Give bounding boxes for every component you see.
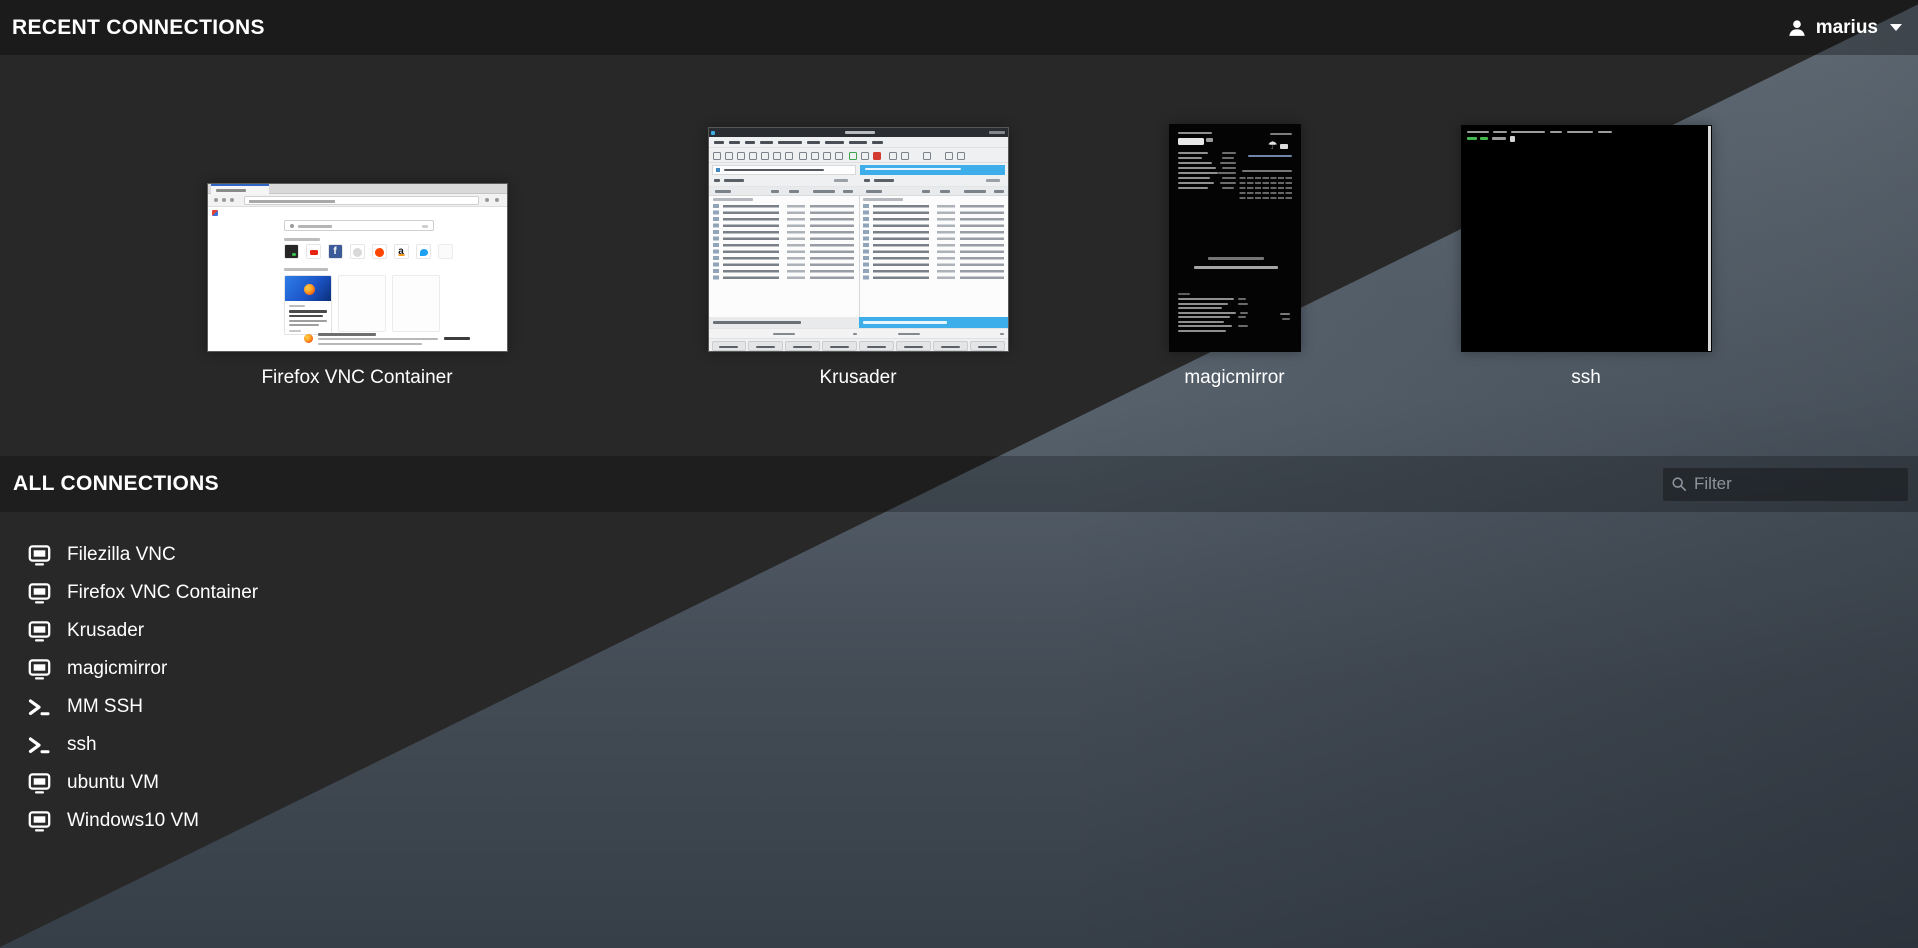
- connection-label: MM SSH: [67, 696, 143, 718]
- ssh-session-thumbnail: [1461, 125, 1712, 352]
- monitor-icon: [28, 582, 51, 605]
- monitor-icon: [28, 544, 51, 567]
- connection-item-magicmirror[interactable]: magicmirror: [28, 650, 258, 688]
- ready-bars: [709, 328, 1008, 338]
- calendar-month-grid: [1238, 177, 1292, 201]
- panel-path-bars: [709, 163, 1008, 176]
- filter-box[interactable]: [1663, 468, 1908, 501]
- recent-connection-magicmirror[interactable]: ☂: [1169, 124, 1301, 390]
- recent-connection-label: magicmirror: [1184, 366, 1284, 390]
- magicmirror-session-thumbnail: ☂: [1169, 124, 1301, 352]
- toolbar: [709, 148, 1008, 163]
- browser-tab-bar: [208, 184, 507, 194]
- krusader-session-thumbnail: [708, 127, 1009, 352]
- function-key-buttons: [709, 338, 1008, 352]
- menu-bar: [709, 137, 1008, 148]
- user-menu[interactable]: marius: [1787, 17, 1902, 39]
- web-shortcut-tiles: f a: [284, 244, 453, 259]
- search-icon: [1671, 476, 1687, 492]
- monitor-icon: [28, 658, 51, 681]
- connection-label: Krusader: [67, 620, 144, 642]
- browser-toolbar: [208, 194, 507, 207]
- connection-label: magicmirror: [67, 658, 167, 680]
- recent-connections-row: f a: [0, 55, 1918, 390]
- monitor-icon: [28, 772, 51, 795]
- monitor-icon: [28, 810, 51, 833]
- connection-label: ssh: [67, 734, 97, 756]
- all-connections-bar: ALL CONNECTIONS: [0, 456, 1918, 512]
- terminal-icon: [28, 696, 51, 719]
- connection-list: Filezilla VNC Firefox VNC Container Krus…: [28, 536, 258, 840]
- firefox-session-thumbnail: f a: [207, 183, 508, 352]
- window-title-bar: [709, 128, 1008, 137]
- page-title: RECENT CONNECTIONS: [12, 16, 265, 40]
- file-list-panels: [709, 196, 1008, 317]
- monitor-icon: [28, 620, 51, 643]
- terminal-icon: [28, 734, 51, 757]
- newtab-footer: [208, 333, 507, 347]
- chevron-down-icon: [1890, 24, 1902, 31]
- user-name: marius: [1816, 17, 1878, 39]
- column-headers: [709, 187, 1008, 196]
- connection-item-ssh[interactable]: ssh: [28, 726, 258, 764]
- panel-headers: [709, 176, 1008, 187]
- filter-input[interactable]: [1694, 474, 1900, 494]
- connection-label: Filezilla VNC: [67, 544, 176, 566]
- browser-newtab-page: f a: [208, 207, 507, 352]
- connection-item-filezilla-vnc[interactable]: Filezilla VNC: [28, 536, 258, 574]
- pocket-cards: [284, 275, 440, 335]
- header-bar: RECENT CONNECTIONS marius: [0, 0, 1918, 55]
- panel-status-bars: [709, 317, 1008, 328]
- connection-item-mm-ssh[interactable]: MM SSH: [28, 688, 258, 726]
- connection-item-windows10-vm[interactable]: Windows10 VM: [28, 802, 258, 840]
- guacamole-home-screen: RECENT CONNECTIONS marius: [0, 0, 1918, 948]
- terminal-scrollbar: [1708, 126, 1711, 351]
- connection-label: Firefox VNC Container: [67, 582, 258, 604]
- recent-connection-label: Krusader: [819, 366, 896, 390]
- connection-item-firefox-vnc-container[interactable]: Firefox VNC Container: [28, 574, 258, 612]
- connection-item-ubuntu-vm[interactable]: ubuntu VM: [28, 764, 258, 802]
- recent-connection-firefox-vnc-container[interactable]: f a: [207, 183, 508, 390]
- recent-connection-krusader[interactable]: Krusader: [708, 127, 1009, 390]
- recent-connection-label: Firefox VNC Container: [261, 366, 452, 390]
- recent-connection-label: ssh: [1571, 366, 1601, 390]
- all-connections-title: ALL CONNECTIONS: [13, 472, 219, 496]
- connection-label: ubuntu VM: [67, 772, 159, 794]
- connection-label: Windows10 VM: [67, 810, 199, 832]
- weather-icon: ☂: [1268, 141, 1278, 152]
- connection-item-krusader[interactable]: Krusader: [28, 612, 258, 650]
- user-icon: [1787, 18, 1807, 38]
- recent-connection-ssh[interactable]: ssh: [1461, 125, 1712, 390]
